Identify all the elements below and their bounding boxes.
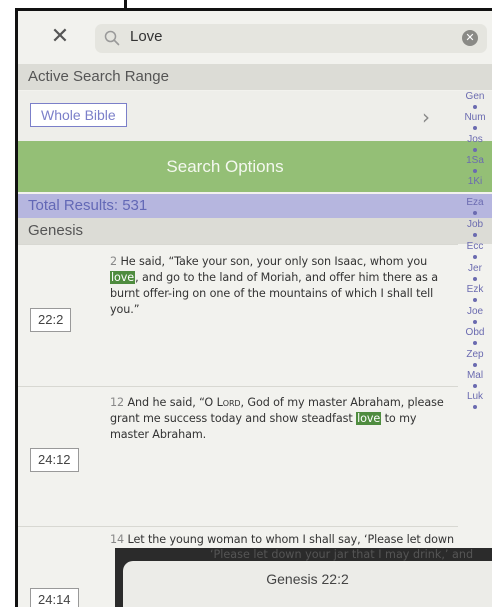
verse-text-part: And he said, “O bbox=[124, 396, 217, 409]
index-dot bbox=[473, 363, 477, 367]
verse-text: 14 Let the young woman to whom I shall s… bbox=[110, 532, 455, 548]
verse-popup[interactable]: ‘Please let down your jar that I may dri… bbox=[115, 548, 492, 607]
book-index-item[interactable]: 1Ki bbox=[458, 176, 492, 187]
verse-text: 12 And he said, “O Lord, God of my maste… bbox=[110, 395, 455, 443]
book-index-item[interactable]: Luk bbox=[458, 391, 492, 402]
book-index-item[interactable]: Obd bbox=[458, 327, 492, 338]
verse-reference[interactable]: 22:2 bbox=[30, 308, 72, 332]
verse-text-part: He said, “Take your son, your only son I… bbox=[117, 255, 428, 268]
popup-title: Genesis 22:2 bbox=[266, 571, 349, 587]
index-dot bbox=[473, 105, 477, 109]
book-index-item[interactable]: Jos bbox=[458, 134, 492, 145]
book-index-scrubber[interactable]: Gen Num Jos 1Sa 1Ki Eza Job Ecc Jer Ezk … bbox=[458, 91, 492, 607]
search-query[interactable]: Love bbox=[130, 28, 163, 45]
search-bar: ✕ Love ✕ bbox=[18, 11, 492, 64]
index-dot bbox=[473, 148, 477, 152]
verse-reference[interactable]: 24:14 bbox=[30, 588, 79, 607]
verse-number: 12 bbox=[110, 396, 125, 409]
index-dot bbox=[473, 405, 477, 409]
search-range-row[interactable]: Whole Bible › bbox=[18, 91, 492, 141]
highlighted-match: love bbox=[110, 271, 136, 284]
result-row[interactable]: 12 And he said, “O Lord, God of my maste… bbox=[18, 386, 458, 526]
popup-card[interactable]: Genesis 22:2 bbox=[123, 561, 492, 607]
verse-text-part: , and go to the land of Moriah, and offe… bbox=[110, 271, 438, 316]
lord-smallcaps: Lord bbox=[216, 396, 241, 409]
index-dot bbox=[473, 298, 477, 302]
book-index-item[interactable]: 1Sa bbox=[458, 155, 492, 166]
index-dot bbox=[473, 126, 477, 130]
book-header: Genesis bbox=[18, 218, 492, 244]
search-input[interactable]: Love ✕ bbox=[95, 24, 487, 53]
index-dot bbox=[473, 169, 477, 173]
book-index-item[interactable]: Eza bbox=[458, 197, 492, 208]
search-options-button[interactable]: Search Options bbox=[18, 141, 492, 192]
book-index-item[interactable]: Job bbox=[458, 219, 492, 230]
search-range-header: Active Search Range bbox=[18, 64, 492, 90]
total-results-bar: Total Results: 531 bbox=[18, 194, 492, 218]
index-dot bbox=[473, 320, 477, 324]
index-dot bbox=[473, 255, 477, 259]
verse-text-part: Let the young woman to whom I shall say,… bbox=[124, 533, 455, 546]
verse-reference[interactable]: 24:12 bbox=[30, 448, 79, 472]
device-notch bbox=[124, 0, 127, 10]
book-index-item[interactable]: Mal bbox=[458, 370, 492, 381]
verse-number: 2 bbox=[110, 255, 118, 268]
search-icon bbox=[104, 30, 120, 46]
book-index-item[interactable]: Jer bbox=[458, 263, 492, 274]
book-index-item[interactable]: Num bbox=[458, 112, 492, 123]
search-options-label: Search Options bbox=[166, 157, 284, 176]
close-icon[interactable]: ✕ bbox=[48, 25, 72, 49]
highlighted-match: love bbox=[356, 412, 382, 425]
book-index-item[interactable]: Ecc bbox=[458, 241, 492, 252]
clear-search-icon[interactable]: ✕ bbox=[462, 30, 478, 46]
index-dot bbox=[473, 211, 477, 215]
index-dot bbox=[473, 384, 477, 388]
popup-overflow-text: ‘Please let down your jar that I may dri… bbox=[210, 548, 474, 561]
range-selected-pill[interactable]: Whole Bible bbox=[30, 103, 127, 127]
book-index-item[interactable]: Gen bbox=[458, 91, 492, 102]
app-frame: ✕ Love ✕ Active Search Range Whole Bible… bbox=[15, 8, 492, 607]
index-dot bbox=[473, 233, 477, 237]
chevron-right-icon[interactable]: › bbox=[422, 105, 430, 129]
verse-number: 14 bbox=[110, 533, 125, 546]
book-index-item[interactable]: Joe bbox=[458, 306, 492, 317]
book-index-item[interactable]: Ezk bbox=[458, 284, 492, 295]
result-row[interactable]: 2 He said, “Take your son, your only son… bbox=[18, 244, 458, 386]
index-dot bbox=[473, 341, 477, 345]
verse-text: 2 He said, “Take your son, your only son… bbox=[110, 254, 455, 318]
index-dot bbox=[473, 277, 477, 281]
book-index-item[interactable]: Zep bbox=[458, 349, 492, 360]
